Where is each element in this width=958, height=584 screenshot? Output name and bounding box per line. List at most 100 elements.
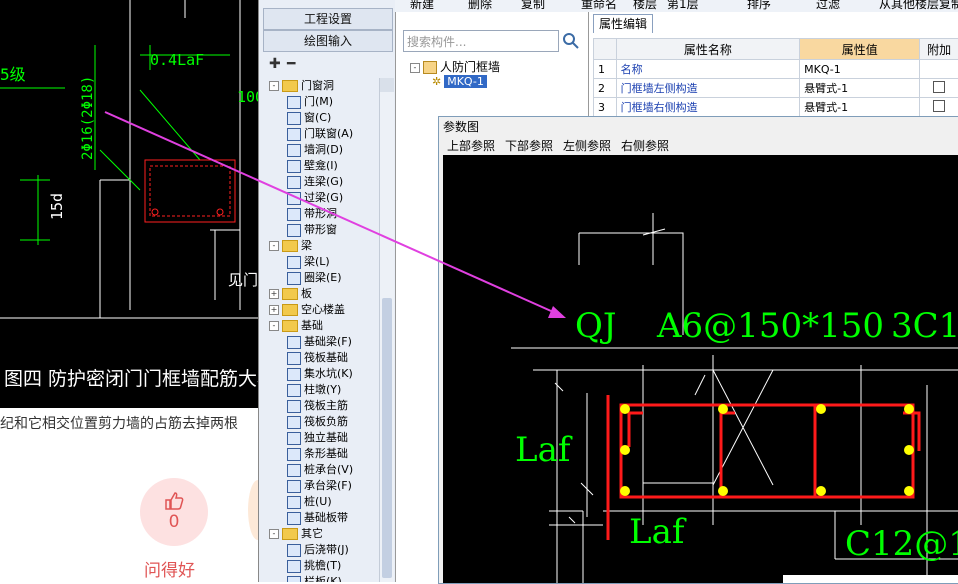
component-icon bbox=[287, 112, 301, 125]
tree-item[interactable]: 壁龛(I) bbox=[287, 158, 338, 174]
folder-icon bbox=[282, 80, 298, 92]
tree-folder[interactable]: -其它 bbox=[269, 526, 323, 542]
rebar-dot bbox=[718, 404, 728, 414]
collapse-icon[interactable]: - bbox=[269, 321, 279, 331]
menu-top-ref[interactable]: 上部参照 bbox=[447, 137, 495, 155]
component-icon bbox=[287, 160, 301, 173]
table-row[interactable]: 3 门框墙右侧构造 悬臂式-1 bbox=[594, 98, 958, 117]
tree-folder[interactable]: +空心楼盖 bbox=[269, 302, 345, 318]
tree-item[interactable]: 基础梁(F) bbox=[287, 334, 352, 350]
rebar-dot bbox=[620, 486, 630, 496]
component-icon bbox=[287, 352, 301, 365]
menu-right-ref[interactable]: 右侧参照 bbox=[621, 137, 669, 155]
properties-table: 属性名称 属性值 附加 1 名称 MKQ-1 2 门框墙左侧构造 悬臂式-1 3… bbox=[593, 38, 958, 117]
answer-text: 纪和它相交位置剪力墙的占筋去掉两根 bbox=[0, 412, 258, 436]
add-node-icon[interactable]: ✚ bbox=[269, 56, 281, 72]
param-diagram: QJ A6@150*150 3C16 Laf Laf C12@150 bbox=[443, 155, 958, 583]
component-icon bbox=[287, 384, 301, 397]
filter-button[interactable]: 过滤 bbox=[816, 0, 840, 12]
tree-item[interactable]: 墙洞(D) bbox=[287, 142, 343, 158]
param-diagram-dialog: 参数图 上部参照 下部参照 左侧参照 右侧参照 bbox=[438, 116, 958, 584]
scroll-thumb[interactable] bbox=[382, 298, 392, 578]
tree-item[interactable]: 柱墩(Y) bbox=[287, 382, 341, 398]
checkbox[interactable] bbox=[933, 100, 945, 112]
table-row[interactable]: 2 门框墙左侧构造 悬臂式-1 bbox=[594, 79, 958, 98]
search-input[interactable]: 搜索构件... bbox=[403, 30, 559, 52]
tree-item[interactable]: 带形窗 bbox=[287, 222, 337, 238]
like-label: 问得好 bbox=[144, 556, 195, 581]
tree-folder[interactable]: -基础 bbox=[269, 318, 323, 334]
param-diagram-canvas: QJ A6@150*150 3C16 Laf Laf C12@150 bbox=[443, 155, 958, 583]
tab-property-edit[interactable]: 属性编辑 bbox=[593, 14, 653, 33]
tree-item[interactable]: 独立基础 bbox=[287, 430, 348, 446]
collapse-icon[interactable]: - bbox=[269, 81, 279, 91]
rebar-dot bbox=[718, 486, 728, 496]
tree-item[interactable]: 筏板基础 bbox=[287, 350, 348, 366]
component-icon bbox=[287, 336, 301, 349]
collapse-icon[interactable]: - bbox=[269, 529, 279, 539]
expand-icon[interactable]: + bbox=[269, 305, 279, 315]
tree-folder[interactable]: +板 bbox=[269, 286, 312, 302]
tree-item[interactable]: 门(M) bbox=[287, 94, 333, 110]
tree-item[interactable]: 条形基础 bbox=[287, 446, 348, 462]
sort-button[interactable]: 排序 bbox=[747, 0, 771, 12]
menu-left-ref[interactable]: 左侧参照 bbox=[563, 137, 611, 155]
tree-item[interactable]: 门联窗(A) bbox=[287, 126, 353, 142]
component-icon bbox=[287, 464, 301, 477]
tree-item[interactable]: 圈梁(E) bbox=[287, 270, 342, 286]
rebar-dot bbox=[816, 486, 826, 496]
tree-item[interactable]: 筏板负筋 bbox=[287, 414, 348, 430]
copy-from-floor-button[interactable]: 从其他楼层复制 bbox=[879, 0, 958, 12]
rename-button[interactable]: 重命名 bbox=[581, 0, 617, 12]
tree-item[interactable]: 基础板带 bbox=[287, 510, 348, 526]
tree-item[interactable]: 挑檐(T) bbox=[287, 558, 341, 574]
tree-node-mkq[interactable]: ✲MKQ-1 bbox=[432, 74, 487, 88]
new-button[interactable]: 新建 bbox=[410, 0, 434, 12]
tree-item[interactable]: 桩承台(V) bbox=[287, 462, 353, 478]
tree-item[interactable]: 窗(C) bbox=[287, 110, 331, 126]
component-icon bbox=[287, 544, 301, 557]
component-icon bbox=[287, 144, 301, 157]
search-icon[interactable] bbox=[562, 32, 580, 50]
tree-item[interactable]: 后浇带(J) bbox=[287, 542, 349, 558]
expand-icon[interactable]: + bbox=[269, 289, 279, 299]
tree-item[interactable]: 栏板(K) bbox=[287, 574, 342, 582]
rebar-dot bbox=[904, 404, 914, 414]
tree-scrollbar[interactable] bbox=[379, 78, 394, 582]
component-icon bbox=[287, 208, 301, 221]
tree-item[interactable]: 集水坑(K) bbox=[287, 366, 353, 382]
tab-project-settings[interactable]: 工程设置 bbox=[263, 8, 393, 30]
component-icon bbox=[287, 480, 301, 493]
delete-button[interactable]: 删除 bbox=[468, 0, 492, 12]
scroll-up-icon[interactable] bbox=[380, 78, 394, 92]
cad-text-door: 见门框 bbox=[228, 271, 258, 289]
tree-node-root[interactable]: -人防门框墙 bbox=[410, 58, 500, 75]
like-button[interactable]: 0 bbox=[140, 478, 208, 546]
dialog-title[interactable]: 参数图 bbox=[439, 117, 958, 137]
tab-drawing-input[interactable]: 绘图输入 bbox=[263, 30, 393, 52]
folder-icon bbox=[282, 240, 298, 252]
collapse-icon[interactable]: - bbox=[269, 241, 279, 251]
checkbox[interactable] bbox=[933, 81, 945, 93]
tree-item[interactable]: 承台梁(F) bbox=[287, 478, 352, 494]
component-icon bbox=[287, 256, 301, 269]
wall-icon bbox=[423, 61, 437, 74]
cad-text-grade: 5级 bbox=[0, 65, 26, 84]
floor-select[interactable]: 第1层 bbox=[667, 0, 699, 12]
menu-bottom-ref[interactable]: 下部参照 bbox=[505, 137, 553, 155]
tree-item[interactable]: 带形洞 bbox=[287, 206, 337, 222]
rebar-dot bbox=[620, 404, 630, 414]
tree-item[interactable]: 连梁(G) bbox=[287, 174, 343, 190]
table-row[interactable]: 1 名称 MKQ-1 bbox=[594, 60, 958, 79]
component-icon bbox=[287, 576, 301, 583]
tree-item[interactable]: 筏板主筋 bbox=[287, 398, 348, 414]
col-name: 属性名称 bbox=[616, 39, 799, 60]
copy-button[interactable]: 复制 bbox=[521, 0, 545, 12]
tree-folder[interactable]: -门窗洞 bbox=[269, 78, 334, 94]
collapse-icon[interactable]: - bbox=[410, 63, 420, 73]
tree-item[interactable]: 过梁(G) bbox=[287, 190, 343, 206]
remove-node-icon[interactable]: ━ bbox=[287, 56, 295, 72]
tree-item[interactable]: 梁(L) bbox=[287, 254, 330, 270]
tree-folder[interactable]: -梁 bbox=[269, 238, 312, 254]
tree-item[interactable]: 桩(U) bbox=[287, 494, 332, 510]
